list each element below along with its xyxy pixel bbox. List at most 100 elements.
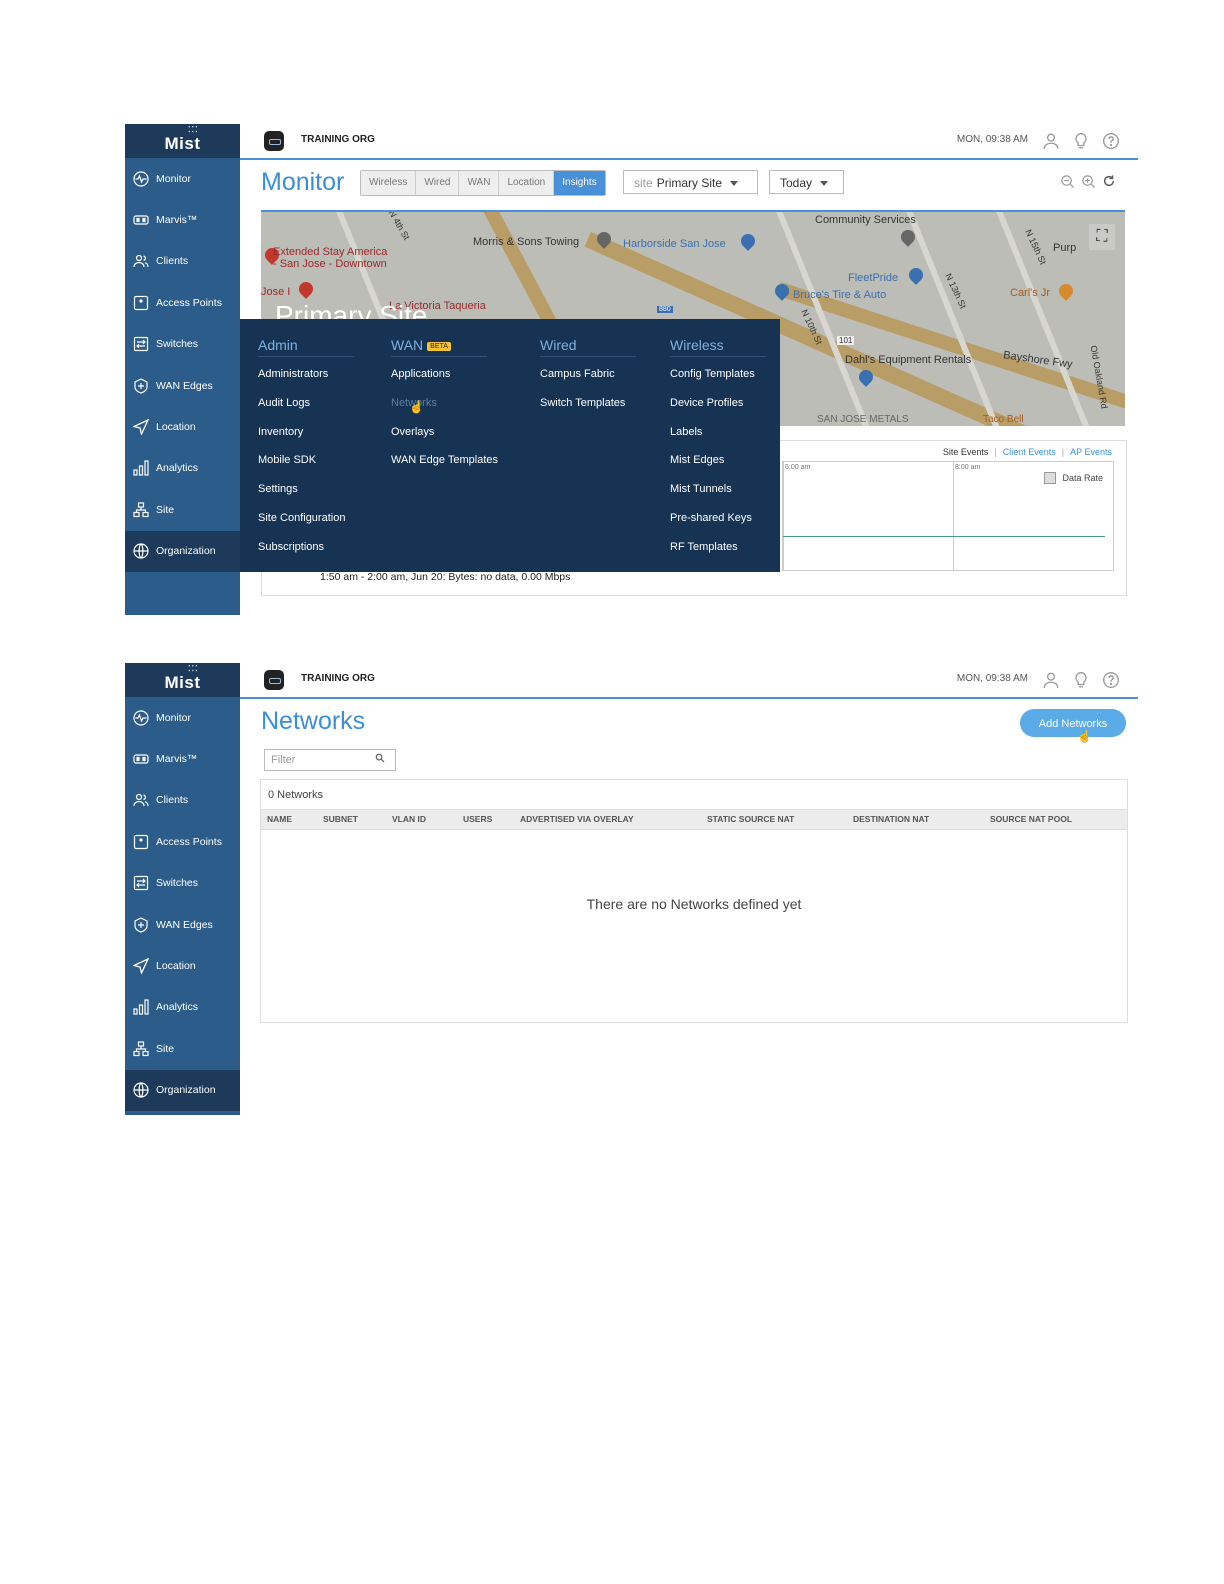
- sidebar-item-marvis[interactable]: Marvis™: [125, 738, 240, 779]
- sidebar-item-marvis[interactable]: Marvis™: [125, 199, 240, 240]
- menu-item-switch-templates[interactable]: Switch Templates: [540, 392, 636, 421]
- menu-item-config-templates[interactable]: Config Templates: [670, 363, 766, 392]
- sidebar-item-wan-edges[interactable]: WAN Edges: [125, 365, 240, 406]
- sidebar-item-wan-edges[interactable]: WAN Edges: [125, 904, 240, 945]
- events-timeline[interactable]: 6:00 am 8:00 am Data Rate: [782, 461, 1114, 571]
- chevron-down-icon: [820, 181, 829, 187]
- menu-item-labels[interactable]: Labels: [670, 421, 766, 450]
- add-networks-button[interactable]: Add Networks: [1020, 709, 1126, 737]
- hand-cursor-icon: ☝: [1077, 729, 1092, 743]
- menu-item-mist-edges[interactable]: Mist Edges: [670, 449, 766, 478]
- tab-ap-events[interactable]: AP Events: [1070, 447, 1112, 457]
- menu-item-settings[interactable]: Settings: [258, 478, 354, 507]
- zoom-in-icon[interactable]: [1081, 174, 1096, 194]
- menu-item-administrators[interactable]: Administrators: [258, 363, 354, 392]
- map-pin-icon: [296, 279, 316, 299]
- sidebar-item-analytics[interactable]: Analytics: [125, 987, 240, 1028]
- organization-menu: Admin Administrators Audit Logs Inventory M…: [240, 319, 780, 572]
- menu-item-rf-templates[interactable]: RF Templates: [670, 536, 766, 565]
- menu-item-site-configuration[interactable]: Site Configuration: [258, 507, 354, 536]
- help-icon[interactable]: [1102, 132, 1120, 150]
- menu-item-subscriptions[interactable]: Subscriptions: [258, 536, 354, 565]
- column-header[interactable]: ADVERTISED VIA OVERLAY: [520, 814, 634, 824]
- menu-item-device-profiles[interactable]: Device Profiles: [670, 392, 766, 421]
- period-select[interactable]: Today: [769, 170, 844, 194]
- monitor-screen: ⁚⁚⁚ Mist Monitor Marvis™ Clients Access Poin…: [125, 124, 1138, 615]
- sidebar-item-label: Monitor: [156, 172, 192, 185]
- map-label: Purp: [1053, 242, 1077, 254]
- column-header[interactable]: STATIC SOURCE NAT: [707, 814, 794, 824]
- menu-item-mobile-sdk[interactable]: Mobile SDK: [258, 449, 354, 478]
- sidebar-item-label: Switches: [156, 338, 199, 351]
- menu-item-campus-fabric[interactable]: Campus Fabric: [540, 363, 636, 392]
- lightbulb-icon[interactable]: [1072, 132, 1090, 150]
- menu-item-applications[interactable]: Applications: [391, 363, 498, 392]
- sidebar-item-switches[interactable]: Switches: [125, 863, 240, 904]
- sidebar-item-clients[interactable]: Clients: [125, 241, 240, 282]
- user-icon[interactable]: [1042, 132, 1060, 150]
- sidebar-item-clients[interactable]: Clients: [125, 780, 240, 821]
- sidebar-item-label: Access Points: [156, 296, 222, 309]
- sidebar-item-organization[interactable]: Organization: [125, 530, 240, 572]
- sidebar-item-label: Organization: [156, 1084, 216, 1097]
- fullscreen-icon[interactable]: ⛶: [1089, 224, 1115, 250]
- column-header[interactable]: SOURCE NAT POOL: [990, 814, 1072, 824]
- tab-site-events[interactable]: Site Events: [943, 447, 989, 457]
- sidebar-item-organization[interactable]: Organization: [125, 1069, 240, 1111]
- help-icon[interactable]: [1102, 671, 1120, 689]
- menu-item-mist-tunnels[interactable]: Mist Tunnels: [670, 478, 766, 507]
- menu-item-pre-shared-keys[interactable]: Pre-shared Keys: [670, 507, 766, 536]
- sidebar-item-analytics[interactable]: Analytics: [125, 448, 240, 489]
- sidebar-item-location[interactable]: Location: [125, 406, 240, 447]
- sidebar-item-site[interactable]: Site: [125, 489, 240, 530]
- menu-item-overlays[interactable]: Overlays: [391, 421, 498, 450]
- org-name[interactable]: TRAINING ORG: [301, 673, 375, 684]
- mist-logo[interactable]: ⁚⁚⁚ Mist: [125, 663, 240, 697]
- checkbox[interactable]: [1044, 472, 1057, 484]
- column-header[interactable]: DESTINATION NAT: [853, 814, 929, 824]
- tab-client-events[interactable]: Client Events: [1003, 447, 1056, 457]
- menu-column-wan: WAN BETA Applications Networks Overlays WAN …: [391, 337, 498, 478]
- tab-location[interactable]: Location: [499, 171, 555, 195]
- tab-wired[interactable]: Wired: [416, 171, 460, 195]
- organization-icon: [133, 543, 149, 559]
- sidebar-item-monitor[interactable]: Monitor: [125, 158, 240, 199]
- tab-wan[interactable]: WAN: [459, 171, 500, 195]
- site-select[interactable]: site Primary Site: [623, 170, 758, 194]
- menu-column-admin: Admin Administrators Audit Logs Inventory M…: [258, 337, 354, 565]
- column-header[interactable]: NAME: [267, 814, 292, 824]
- analytics-icon: [133, 999, 149, 1016]
- menu-item-inventory[interactable]: Inventory: [258, 421, 354, 450]
- sidebar-item-location[interactable]: Location: [125, 945, 240, 986]
- user-icon[interactable]: [1042, 671, 1060, 689]
- sidebar-item-site[interactable]: Site: [125, 1028, 240, 1069]
- menu-item-networks[interactable]: Networks: [391, 392, 498, 421]
- filter-input[interactable]: Filter: [264, 749, 396, 771]
- column-header[interactable]: SUBNET: [323, 814, 358, 824]
- sidebar-item-access-points[interactable]: Access Points: [125, 282, 240, 323]
- clients-icon: [133, 253, 149, 269]
- map-label: Harborside San Jose: [623, 238, 726, 250]
- tab-wireless[interactable]: Wireless: [361, 171, 417, 195]
- sidebar-item-monitor[interactable]: Monitor: [125, 697, 240, 738]
- sidebar-item-access-points[interactable]: Access Points: [125, 821, 240, 862]
- mist-logo[interactable]: ⁚⁚⁚ Mist: [125, 124, 240, 158]
- location-icon: [133, 958, 149, 975]
- column-header[interactable]: USERS: [463, 814, 492, 824]
- map-label: Dahl's Equipment Rentals: [845, 354, 972, 366]
- sidebar-item-label: Monitor: [156, 711, 192, 724]
- lightbulb-icon[interactable]: [1072, 671, 1090, 689]
- tab-insights[interactable]: Insights: [554, 171, 605, 195]
- column-header[interactable]: VLAN ID: [392, 814, 426, 824]
- sidebar: ⁚⁚⁚ Mist Monitor Marvis™ Clients Access Poin…: [125, 663, 240, 1115]
- data-rate-toggle[interactable]: Data Rate: [1044, 472, 1103, 484]
- refresh-icon[interactable]: [1102, 174, 1116, 194]
- search-icon[interactable]: [375, 750, 385, 770]
- menu-item-wan-edge-templates[interactable]: WAN Edge Templates: [391, 449, 498, 478]
- sidebar-item-switches[interactable]: Switches: [125, 324, 240, 365]
- beta-badge: BETA: [427, 341, 451, 351]
- menu-item-audit-logs[interactable]: Audit Logs: [258, 392, 354, 421]
- zoom-out-icon[interactable]: [1060, 174, 1075, 194]
- org-name[interactable]: TRAINING ORG: [301, 134, 375, 145]
- page-title: Networks: [261, 707, 366, 735]
